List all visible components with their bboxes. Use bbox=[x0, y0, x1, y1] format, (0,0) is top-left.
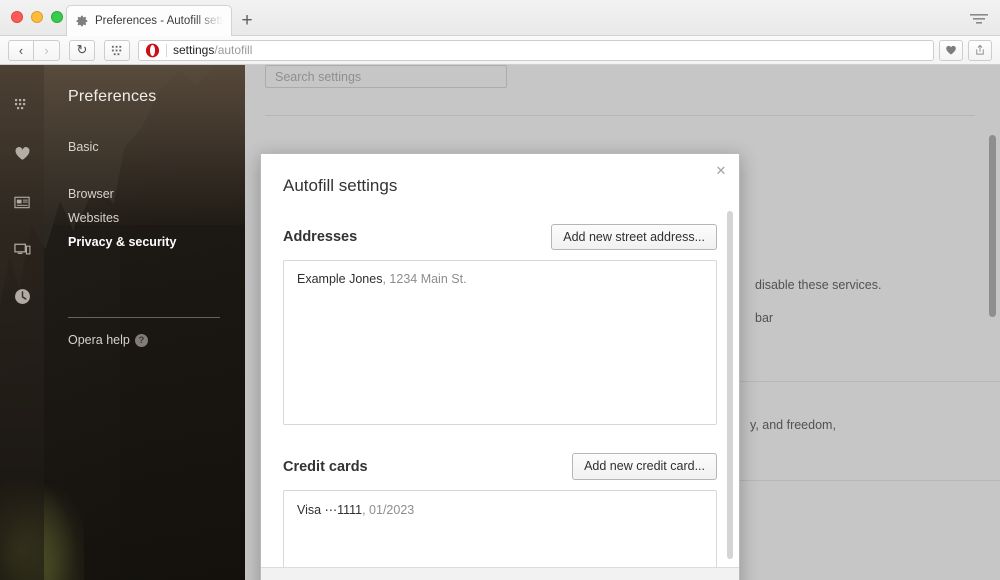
credit-card-primary: Visa ⋯1111 bbox=[297, 503, 362, 517]
sidebar-item-websites[interactable]: Websites bbox=[68, 211, 119, 225]
addresses-list[interactable]: Example Jones, 1234 Main St. bbox=[283, 260, 717, 425]
sidebar-item-basic[interactable]: Basic bbox=[68, 140, 99, 154]
dialog-title: Autofill settings bbox=[283, 154, 717, 196]
preferences-sidebar: Preferences Basic Browser Websites Priva… bbox=[0, 65, 245, 580]
addresses-heading: Addresses bbox=[283, 229, 357, 245]
sidebar-item-opera-help[interactable]: Opera help? bbox=[68, 333, 148, 347]
sidebar-nav: Preferences Basic Browser Websites Priva… bbox=[0, 65, 245, 580]
address-bar: ‹ › ↻ settings/autofill bbox=[0, 36, 1000, 65]
sidebar-item-privacy-security[interactable]: Privacy & security bbox=[68, 235, 176, 249]
credit-cards-section-header: Credit cards Add new credit card... bbox=[283, 453, 717, 479]
browser-window: Preferences - Autofill settings + ‹ › ↻ bbox=[0, 0, 1000, 580]
menu-icon[interactable] bbox=[968, 10, 990, 26]
new-tab-button[interactable]: + bbox=[236, 9, 258, 31]
share-icon[interactable] bbox=[968, 40, 992, 61]
heart-icon[interactable] bbox=[939, 40, 963, 61]
list-item[interactable]: Example Jones, 1234 Main St. bbox=[297, 272, 703, 286]
page-area: Preferences Basic Browser Websites Priva… bbox=[0, 65, 1000, 580]
help-question-icon: ? bbox=[135, 334, 148, 347]
window-close-button[interactable] bbox=[11, 11, 23, 23]
opera-help-label: Opera help bbox=[68, 333, 130, 347]
addresses-section-header: Addresses Add new street address... bbox=[283, 224, 717, 250]
apps-grid-icon[interactable] bbox=[104, 40, 130, 61]
nav-buttons: ‹ › bbox=[8, 40, 60, 61]
autofill-settings-dialog: ✕ Autofill settings Addresses Add new st… bbox=[260, 153, 740, 580]
address-secondary: , 1234 Main St. bbox=[382, 272, 466, 286]
sidebar-item-browser[interactable]: Browser bbox=[68, 187, 114, 201]
sidebar-divider bbox=[68, 317, 220, 318]
opera-logo-icon bbox=[145, 43, 160, 58]
address-primary: Example Jones bbox=[297, 272, 382, 286]
add-new-street-address-button[interactable]: Add new street address... bbox=[551, 224, 717, 250]
page-title: Preferences bbox=[68, 88, 156, 106]
url-text: settings/autofill bbox=[173, 43, 252, 57]
url-secondary: /autofill bbox=[214, 43, 252, 57]
add-new-credit-card-button[interactable]: Add new credit card... bbox=[572, 453, 717, 479]
credit-card-secondary: , 01/2023 bbox=[362, 503, 414, 517]
tab-title: Preferences - Autofill settings bbox=[95, 15, 223, 27]
list-item[interactable]: Visa ⋯1111, 01/2023 bbox=[297, 502, 703, 517]
url-input[interactable]: settings/autofill bbox=[138, 40, 934, 61]
back-button[interactable]: ‹ bbox=[8, 40, 34, 61]
tab-strip: Preferences - Autofill settings + bbox=[0, 0, 1000, 36]
dialog-body: Autofill settings Addresses Add new stre… bbox=[261, 154, 739, 567]
window-traffic-lights bbox=[11, 11, 63, 23]
browser-tab[interactable]: Preferences - Autofill settings bbox=[66, 5, 232, 36]
dialog-scrollbar[interactable] bbox=[727, 211, 733, 559]
gear-icon bbox=[75, 14, 89, 28]
credit-cards-heading: Credit cards bbox=[283, 459, 368, 475]
credit-cards-list[interactable]: Visa ⋯1111, 01/2023 bbox=[283, 490, 717, 567]
window-minimize-button[interactable] bbox=[31, 11, 43, 23]
url-primary: settings bbox=[173, 43, 214, 57]
reload-button[interactable]: ↻ bbox=[69, 40, 95, 61]
forward-button[interactable]: › bbox=[34, 40, 60, 61]
window-maximize-button[interactable] bbox=[51, 11, 63, 23]
url-divider bbox=[166, 44, 167, 57]
dialog-footer: About Autofill Done bbox=[261, 567, 739, 580]
